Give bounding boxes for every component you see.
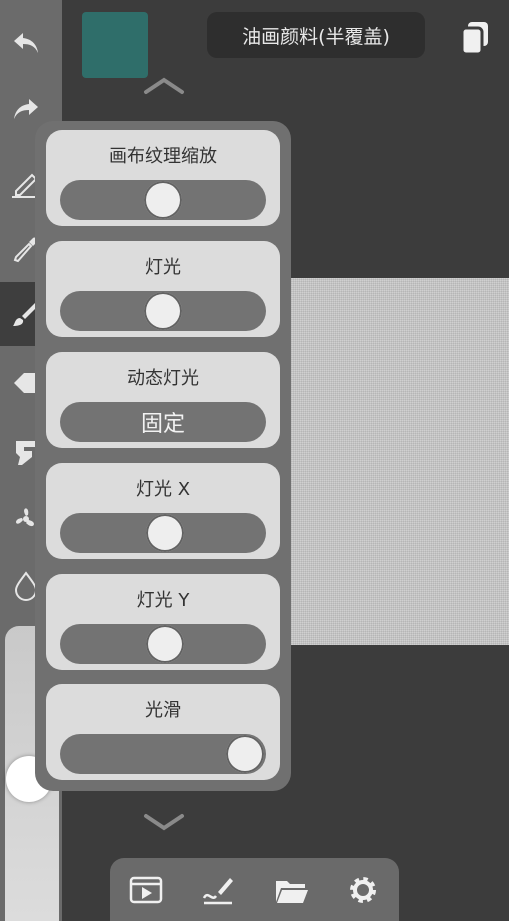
texture-scale-label: 画布纹理缩放 <box>109 146 217 167</box>
video-button[interactable] <box>126 870 166 910</box>
light-y-knob[interactable] <box>146 625 184 663</box>
current-color-swatch[interactable] <box>82 12 148 78</box>
texture-scale-slider[interactable] <box>60 180 266 220</box>
settings-button[interactable] <box>343 870 383 910</box>
light-x-label: 灯光 X <box>135 479 191 500</box>
texture-scale-card: 画布纹理缩放 <box>46 130 280 226</box>
light-y-label: 灯光 Y <box>136 590 190 611</box>
layers-icon[interactable] <box>458 20 492 56</box>
video-icon <box>129 876 163 903</box>
dynamic-lighting-value: 固定 <box>140 412 185 437</box>
lighting-label: 灯光 <box>145 257 181 278</box>
signature-icon <box>203 877 234 904</box>
lighting-slider[interactable] <box>60 291 266 331</box>
light-y-slider[interactable] <box>60 624 266 664</box>
lighting-card: 灯光 <box>46 241 280 337</box>
dynamic-lighting-label: 动态灯光 <box>127 368 199 389</box>
redo-icon <box>14 99 38 119</box>
light-y-card: 灯光 Y <box>46 574 280 670</box>
dynamic-lighting-card: 动态灯光 固定 <box>46 352 280 448</box>
bottom-toolbar <box>110 858 399 921</box>
folder-icon <box>275 880 308 903</box>
light-x-knob[interactable] <box>146 514 184 552</box>
lighting-knob[interactable] <box>144 292 182 330</box>
smoothing-knob[interactable] <box>226 735 264 773</box>
brush-settings-panel: 画布纹理缩放 灯光 动态灯光 固定 灯光 X 灯光 Y 光滑 <box>35 121 291 791</box>
chevron-down-icon[interactable] <box>140 812 188 834</box>
texture-scale-knob[interactable] <box>144 181 182 219</box>
folder-button[interactable] <box>271 870 311 910</box>
light-x-slider[interactable] <box>60 513 266 553</box>
smoothing-slider[interactable] <box>60 734 266 774</box>
brush-name-label[interactable]: 油画颜料(半覆盖) <box>207 12 425 58</box>
signature-button[interactable] <box>198 870 238 910</box>
chevron-up-icon[interactable] <box>140 74 188 96</box>
smoothing-card: 光滑 <box>46 684 280 780</box>
gear-icon <box>349 876 376 903</box>
light-x-card: 灯光 X <box>46 463 280 559</box>
dynamic-lighting-select[interactable]: 固定 <box>60 402 266 442</box>
smoothing-label: 光滑 <box>145 700 181 721</box>
undo-icon <box>14 33 38 53</box>
undo-button[interactable] <box>0 12 62 74</box>
